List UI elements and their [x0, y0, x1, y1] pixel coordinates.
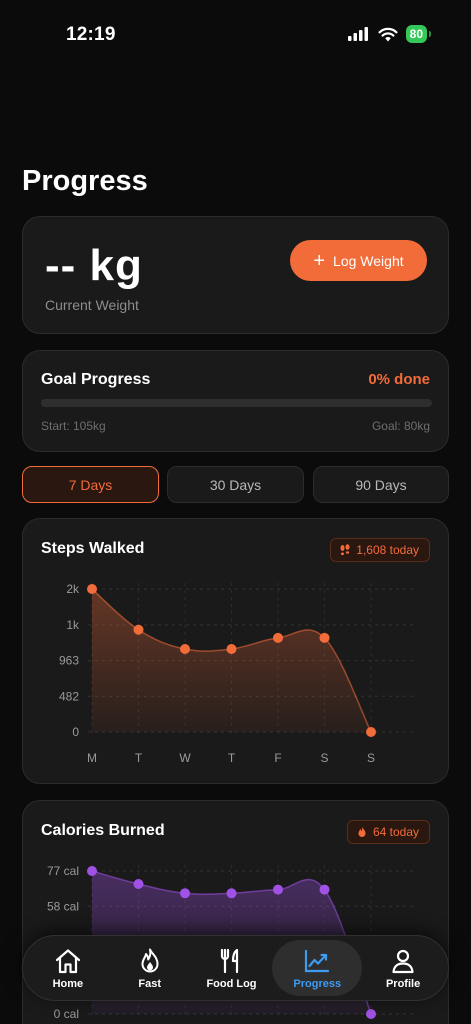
calories-data-point [87, 866, 97, 876]
goal-target-label: Goal: 80kg [371, 419, 430, 433]
steps-data-point [180, 644, 190, 655]
steps-x-tick-label: F [274, 751, 281, 765]
tab-fast[interactable]: Fast [109, 940, 191, 996]
log-weight-label: Log Weight [333, 252, 404, 269]
battery-indicator: 80 [405, 25, 432, 43]
wifi-icon [378, 27, 398, 41]
steps-y-tick-label: 963 [59, 654, 79, 668]
goal-progress-title: Goal Progress [41, 371, 151, 388]
steps-chart-title: Steps Walked [41, 540, 145, 557]
tab-food-log-label: Food Log [206, 977, 257, 990]
calories-y-tick-label: 58 cal [47, 899, 79, 913]
range-7-days-tab[interactable]: 7 Days [22, 466, 159, 503]
calories-today-badge: 64 today [346, 820, 430, 844]
steps-area-fill [92, 589, 371, 732]
steps-x-tick-label: T [135, 751, 143, 765]
steps-chart: 2k 1k 963 482 0M T W T F S S [59, 582, 413, 765]
home-icon [55, 948, 80, 973]
tab-food-log[interactable]: Food Log [191, 940, 273, 996]
steps-data-point [87, 584, 97, 594]
status-time: 12:19 [66, 24, 116, 45]
steps-y-tick-label: 0 [72, 725, 79, 739]
log-weight-button[interactable]: + Log Weight [290, 240, 427, 281]
plus-icon: + [313, 249, 326, 272]
calories-y-tick-label: 0 cal [54, 1007, 79, 1021]
steps-x-tick-label: W [179, 751, 191, 765]
calories-data-point [180, 888, 190, 899]
tab-fast-label: Fast [138, 977, 161, 990]
steps-walked-card: Steps Walked 1,608 today 2k 1k 963 482 0 M T W T… [22, 518, 449, 784]
tab-profile[interactable]: Profile [362, 940, 444, 996]
goal-start-label: Start: 105kg [41, 419, 106, 433]
person-icon [392, 949, 414, 973]
trend-chart-icon [305, 949, 330, 972]
steps-x-tick-label: S [320, 751, 328, 765]
tab-progress-label: Progress [293, 977, 342, 990]
range-90-days-tab[interactable]: 90 Days [313, 466, 449, 503]
calories-y-tick-label: 77 cal [47, 864, 79, 878]
goal-progress-bar [41, 399, 432, 407]
steps-data-point [366, 727, 376, 737]
calories-chart-title: Calories Burned [41, 822, 165, 839]
page-title: Progress [22, 165, 148, 197]
steps-y-tick-label: 1k [66, 618, 80, 632]
tab-home-label: Home [52, 977, 84, 990]
range-30-days-tab[interactable]: 30 Days [167, 466, 304, 503]
fork-knife-icon [221, 948, 239, 973]
steps-data-point [273, 632, 283, 643]
steps-data-point [319, 632, 330, 643]
footprints-icon [340, 544, 350, 556]
steps-x-tick-label: T [228, 751, 236, 765]
flame-icon [141, 948, 159, 972]
status-bar: 12:19 80 [0, 0, 471, 60]
calories-data-point [366, 1009, 376, 1019]
flame-icon [358, 826, 366, 837]
steps-data-point [226, 644, 237, 655]
goal-progress-percent: 0% done [368, 371, 430, 388]
steps-data-point [133, 624, 144, 635]
steps-x-tick-label: S [367, 751, 375, 765]
steps-x-tick-label: M [87, 751, 97, 765]
calories-data-point [273, 884, 283, 895]
tab-progress[interactable]: Progress [272, 940, 363, 996]
current-weight-label: Current Weight [45, 297, 139, 313]
steps-y-tick-label: 482 [59, 689, 79, 703]
steps-today-badge: 1,608 today [330, 538, 430, 562]
status-icons: 80 [347, 25, 432, 43]
current-weight-value: -- kg [45, 241, 143, 290]
tab-profile-label: Profile [385, 977, 421, 990]
goal-progress-card: Goal Progress 0% done Start: 105kg Goal:… [22, 350, 449, 452]
steps-today-value: 1,608 today [356, 543, 419, 557]
calories-data-point [133, 879, 144, 889]
steps-y-tick-label: 2k [66, 582, 80, 596]
calories-data-point [226, 888, 237, 899]
current-weight-card: -- kg Current Weight + Log Weight [22, 216, 449, 334]
calories-today-value: 64 today [372, 825, 419, 839]
signal-icon [347, 27, 368, 41]
bottom-tab-bar: Home Fast Food Log Progress Profile [22, 935, 449, 1001]
tab-home[interactable]: Home [27, 940, 109, 996]
calories-data-point [319, 884, 330, 895]
